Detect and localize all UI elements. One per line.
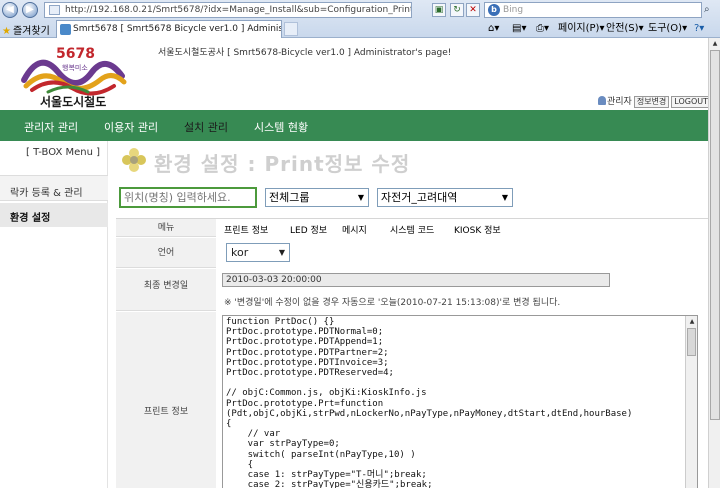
nav-item-install[interactable]: 설치 관리 (184, 119, 228, 135)
logo-sub: 행복미소 (62, 63, 88, 72)
tools-menu[interactable]: 도구(O)▾ (648, 22, 687, 36)
home-icon[interactable]: ⌂▾ (488, 22, 499, 36)
print-code-text: function PrtDoc() {} PrtDoc.prototype.PD… (226, 317, 633, 488)
ie-icon (60, 24, 71, 35)
person-icon (598, 96, 606, 105)
code-scrollbar[interactable]: ▲ (685, 316, 697, 488)
location-select-value: 자전거_고려대역 (381, 191, 458, 204)
stop-icon[interactable]: ✕ (466, 3, 480, 17)
forward-button[interactable]: ▶ (22, 2, 38, 18)
sidebar: [ T-BOX Menu ] 락카 등록 & 관리 환경 설정 (0, 141, 108, 488)
flower-icon (122, 148, 146, 172)
logo-name: 서울도시철도 (40, 94, 106, 108)
address-text: http://192.168.0.21/Smrt5678/?idx=Manage… (65, 5, 412, 15)
sidebar-header: [ T-BOX Menu ] (26, 147, 101, 158)
location-select[interactable]: 자전거_고려대역 ▼ (377, 188, 513, 207)
favorites-label: 즐겨찾기 (12, 26, 50, 37)
back-button[interactable]: ◀ (2, 2, 18, 18)
new-tab-button[interactable] (284, 22, 298, 36)
print-info-label: 프린트 정보 (116, 312, 216, 488)
menu-label: 메뉴 (116, 219, 216, 237)
scroll-up-icon[interactable]: ▲ (687, 317, 697, 327)
modified-note: ※ '변경일'에 수정이 없을 경우 자동으로 '오늘(2010-07-21 1… (224, 298, 561, 308)
group-select-value: 전체그룹 (269, 191, 310, 204)
star-icon: ★ (2, 26, 11, 37)
tab-led-info[interactable]: LED 정보 (290, 223, 327, 236)
sidebar-item-settings[interactable]: 환경 설정 (0, 203, 108, 227)
sidebar-item-locker[interactable]: 락카 등록 & 관리 (0, 175, 108, 201)
browser-tab[interactable]: Smrt5678 [ Smrt5678 Bicycle ver1.0 ] Adm… (56, 20, 282, 38)
scroll-up-icon[interactable]: ▲ (710, 39, 720, 49)
location-search-input[interactable] (119, 187, 257, 208)
code-scroll-thumb[interactable] (687, 328, 696, 356)
compat-view-icon[interactable]: ▣ (432, 3, 446, 17)
tab-print-info[interactable]: 프린트 정보 (224, 223, 268, 236)
language-label: 언어 (116, 238, 216, 268)
bing-icon: b (488, 4, 500, 16)
page-title-text: 환경 설정 : Print정보 수정 (154, 152, 411, 176)
admin-area: 관리자 정보변경 LOGOUT (598, 94, 712, 108)
logo[interactable]: 5678 행복미소 서울도시철도 (18, 42, 138, 109)
logo-graphic: 5678 행복미소 서울도시철도 (21, 46, 127, 109)
safety-menu[interactable]: 안전(S)▾ (606, 22, 644, 36)
group-select[interactable]: 전체그룹 ▼ (265, 188, 369, 207)
page-scrollbar[interactable]: ▲ (708, 38, 720, 488)
chevron-down-icon: ▼ (278, 248, 285, 257)
nav-item-system[interactable]: 시스템 현황 (254, 119, 308, 135)
nav-item-users[interactable]: 이용자 관리 (104, 119, 158, 135)
site-header: 5678 행복미소 서울도시철도 서울도시철도공사 [ Smrt5678-Bic… (0, 38, 712, 110)
last-modified-label: 최종 변경일 (116, 269, 216, 311)
search-box[interactable]: b Bing (484, 2, 702, 18)
page-icon (49, 5, 60, 15)
main-nav: 관리자 관리 이용자 관리 설치 관리 시스템 현황 (0, 110, 708, 141)
tab-title: Smrt5678 [ Smrt5678 Bicycle ver1.0 ] Adm… (73, 24, 282, 34)
feeds-icon[interactable]: ▤▾ (512, 22, 526, 36)
print-icon[interactable]: ⎙▾ (536, 22, 549, 36)
settings-form: 메뉴 프린트 정보 LED 정보 메시지 시스템 코드 KIOSK 정보 언어 … (116, 218, 708, 488)
tab-kiosk-info[interactable]: KIOSK 정보 (454, 223, 501, 236)
info-change-button[interactable]: 정보변경 (633, 96, 670, 108)
page-scroll-thumb[interactable] (710, 50, 720, 420)
search-icon[interactable]: ⌕ (704, 2, 718, 18)
page-menu[interactable]: 페이지(P)▾ (558, 22, 604, 36)
search-placeholder: Bing (503, 5, 524, 15)
address-bar[interactable]: http://192.168.0.21/Smrt5678/?idx=Manage… (44, 2, 412, 18)
admin-label: 관리자 (607, 97, 632, 107)
nav-item-admin[interactable]: 관리자 관리 (24, 119, 78, 135)
browser-toolbar: ◀ ▶ http://192.168.0.21/Smrt5678/?idx=Ma… (0, 0, 720, 38)
chevron-down-icon: ▼ (357, 193, 364, 202)
site-title: 서울도시철도공사 [ Smrt5678-Bicycle ver1.0 ] Adm… (158, 48, 452, 58)
print-code-textarea[interactable]: function PrtDoc() {} PrtDoc.prototype.PD… (222, 315, 698, 488)
tab-system-code[interactable]: 시스템 코드 (390, 223, 434, 236)
logout-button[interactable]: LOGOUT (671, 96, 712, 108)
chevron-down-icon: ▼ (501, 193, 508, 202)
logo-number: 5678 (56, 46, 95, 62)
last-modified-field[interactable]: 2010-03-03 20:00:00 (222, 273, 610, 287)
help-icon[interactable]: ?▾ (694, 22, 704, 36)
language-value: kor (231, 246, 249, 259)
language-select[interactable]: kor ▼ (226, 243, 290, 262)
refresh-icon[interactable]: ↻ (450, 3, 464, 17)
favorites-button[interactable]: ★ 즐겨찾기 (2, 22, 50, 37)
tab-message[interactable]: 메시지 (342, 223, 367, 236)
